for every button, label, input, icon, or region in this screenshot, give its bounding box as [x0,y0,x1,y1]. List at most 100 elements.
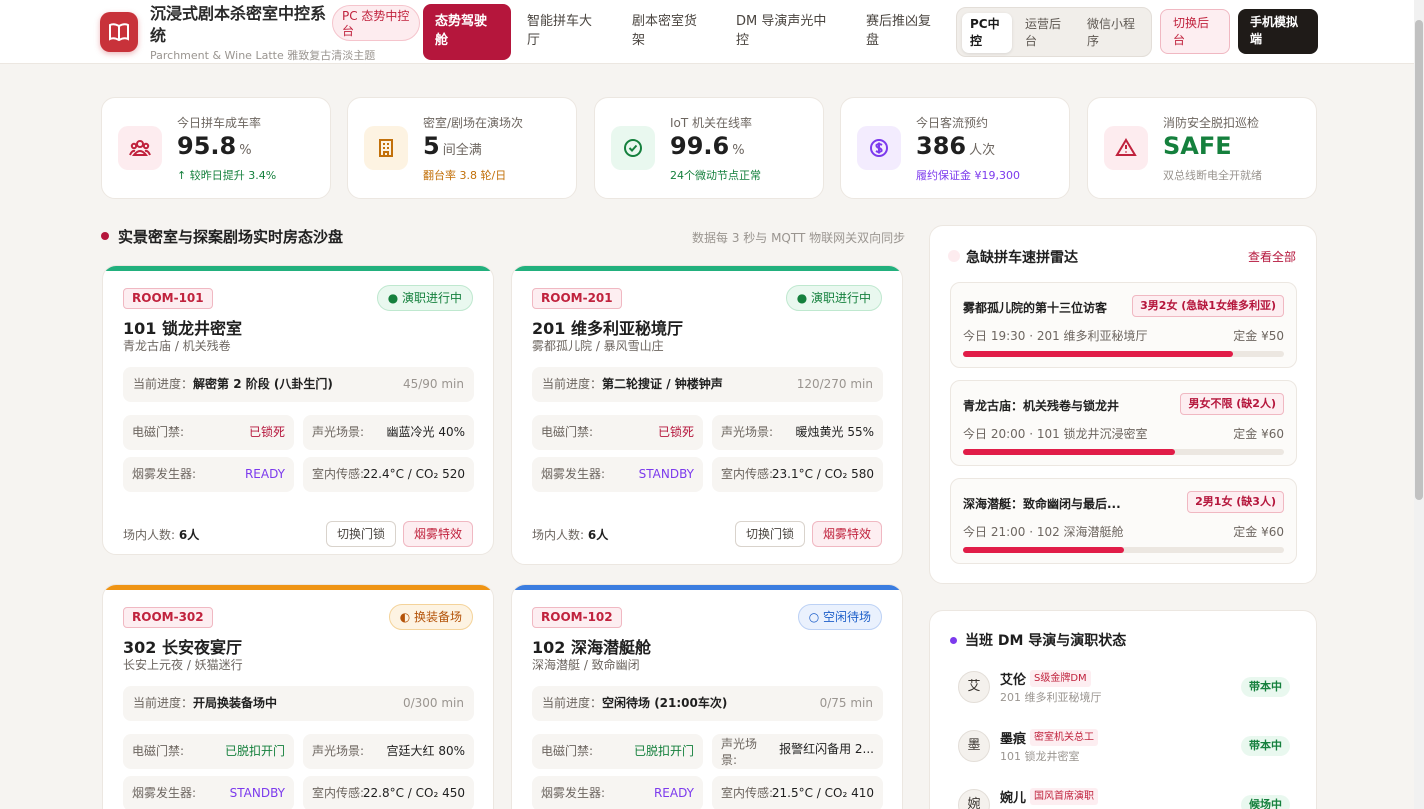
room-status-badge: ● 演职进行中 [376,285,473,311]
fill-progress-bar [963,351,1233,357]
seg-pc-console[interactable]: PC中控 [962,13,1012,53]
room-progress: 当前进度：解密第 2 阶段 (八卦生门) 45/90 min [123,367,474,402]
match-gap-tag: 2男1女 (缺3人) [1187,491,1284,513]
toggle-lock-button[interactable]: 切换门锁 [734,521,805,547]
dm-name: 艾伦 [1000,673,1027,688]
room-status-bar [512,266,902,271]
sensor-label: 室内传感: [312,786,365,800]
nav-script-shelf[interactable]: 剧本密室货架 [620,4,720,60]
kpi-subtext: 翻台率 3.8 轮/日 [423,169,507,182]
door-state: 已锁死 [657,425,694,439]
light-label: 声光场景: [721,737,758,767]
smoke-effect-button[interactable]: 烟雾特效 [402,521,473,547]
match-title: 深海潜艇：致命幽闭与最后... [963,497,1121,511]
kpi-value: SAFE [1163,132,1235,160]
kpi-number: 95.8 [177,132,237,160]
nav-review[interactable]: 赛后推凶复盘 [854,4,952,60]
warning-icon [1104,126,1148,170]
seg-wechat-mini[interactable]: 微信小程序 [1079,13,1149,53]
kpi-card: 今日拼车成车率 95.8% ↑ 较昨日提升 3.4% [101,97,331,199]
smoke-machine-cell: 烟雾发生器: STANDBY [532,457,703,492]
avatar: 墨 [958,730,990,762]
smoke-state: READY [653,786,694,800]
dm-row[interactable]: 婉婉儿 国风首席演职 候场中 [958,785,1290,809]
room-name: 102 深海潜艇舱 [532,638,651,657]
dm-row[interactable]: 艾艾伦 S级金牌DM 201 维多利亚秘境厅 带本中 [958,667,1290,711]
match-deposit: 定金 ¥60 [1233,525,1284,539]
seg-ops-backend[interactable]: 运营后台 [1017,13,1075,53]
mobile-sim-button[interactable]: 手机模拟端 [1238,9,1318,54]
light-state: 幽蓝冷光 40% [386,425,466,439]
room-scripts: 长安上元夜 / 妖猫迷行 [123,658,243,672]
kpi-value: 99.6% [670,132,745,160]
nav-dm-control[interactable]: DM 导演声光中控 [724,4,850,60]
room-progress: 当前进度：空闲待场 (21:00车次) 0/75 min [532,686,883,721]
carpool-match-card[interactable]: 雾都孤儿院的第十三位访客 3男2女 (急缺1女维多利亚) 今日 19:30 · 20… [950,282,1297,368]
carpool-match-card[interactable]: 深海潜艇：致命幽闭与最后... 2男1女 (缺3人) 今日 21:00 · 102 … [950,478,1297,564]
light-scene-cell: 声光场景: 宫廷大红 80% [303,734,474,769]
avatar: 艾 [958,671,990,703]
smoke-state: STANDBY [638,467,694,481]
match-deposit: 定金 ¥50 [1233,329,1284,343]
progress-label: 当前进度： [133,696,194,710]
section-dot [101,232,109,240]
toggle-lock-button[interactable]: 切换门锁 [325,521,396,547]
door-label: 电磁门禁: [541,744,594,758]
room-status-bar [512,585,902,590]
kpi-subtext: 履约保证金 ¥19,300 [916,169,1020,182]
kpi-unit: 间全满 [442,143,482,158]
smoke-effect-button[interactable]: 烟雾特效 [811,521,882,547]
light-label: 声光场景: [312,744,365,758]
fill-progress-bar [963,547,1124,553]
nav-carpool-hall[interactable]: 智能拼车大厅 [515,4,615,60]
room-code: ROOM-302 [123,607,213,628]
room-progress: 当前进度：开局换装备场中 0/300 min [123,686,474,721]
dm-state-badge: 带本中 [1241,677,1290,697]
kpi-label: 消防安全脱扣巡检 [1163,116,1260,130]
kpi-label: IoT 机关在线率 [670,116,753,130]
smoke-label: 烟雾发生器: [541,786,606,800]
smoke-state: READY [244,467,285,481]
pc-console-badge: PC 态势中控台 [332,5,420,41]
door-label: 电磁门禁: [132,425,185,439]
dm-state-badge: 候场中 [1241,795,1290,809]
dm-role-tag: S级金牌DM [1030,670,1091,687]
light-state: 报警红闪备用 2... [779,742,874,756]
smoke-machine-cell: 烟雾发生器: STANDBY [123,776,294,809]
kpi-unit: % [239,143,252,158]
nav-dashboard[interactable]: 态势驾驶舱 [423,4,511,60]
room-status-badge: ◐ 换装备场 [388,604,473,630]
dm-role-tag: 国风首席演职 [1030,788,1098,805]
carpool-match-card[interactable]: 青龙古庙：机关残卷与锁龙井 男女不限 (缺2人) 今日 20:00 · 101 锁龙… [950,380,1297,466]
match-time: 今日 19:30 · 201 维多利亚秘境厅 [963,329,1148,343]
book-logo-icon [100,12,138,52]
kpi-subtext: ↑ 较昨日提升 3.4% [177,169,277,182]
kpi-number: 99.6 [670,132,730,160]
light-scene-cell: 声光场景: 暖烛黄光 55% [712,415,883,450]
top-bar: 沉浸式剧本杀密室中控系统 Parchment & Wine Latte 雅致复古… [0,0,1414,64]
scrollbar-thumb[interactable] [1415,20,1423,500]
switch-backend-button[interactable]: 切换后台 [1160,9,1230,54]
sensor-cell: 室内传感: 23.1°C / CO₂ 580 [712,457,883,492]
room-status-badge: ○ 空闲待场 [797,604,882,630]
room-scripts: 青龙古庙 / 机关残卷 [123,339,231,353]
scrollbar[interactable] [1414,0,1424,809]
light-state: 宫廷大红 80% [386,744,466,758]
occupancy-count: 6人 [178,528,200,542]
door-lock-cell: 电磁门禁: 已脱扣开门 [123,734,294,769]
kpi-number: SAFE [1163,132,1232,160]
fill-progress-track [963,547,1284,553]
smoke-machine-cell: 烟雾发生器: READY [123,457,294,492]
dm-name: 墨痕 [1000,732,1027,747]
progress-time: 45/90 min [402,377,464,391]
dm-panel-title: 当班 DM 导演与演职状态 [965,633,1127,649]
kpi-number: 5 [423,132,440,160]
dm-row[interactable]: 墨墨痕 密室机关总工 101 锁龙井密室 带本中 [958,726,1290,770]
building-icon [364,126,408,170]
kpi-card: 今日客流预约 386 人次 履约保证金 ¥19,300 [840,97,1070,199]
avatar: 婉 [958,789,990,809]
sensor-value: 22.4°C / CO₂ 520 [362,467,465,481]
match-time: 今日 20:00 · 101 锁龙井沉浸密室 [963,427,1148,441]
kpi-unit: 人次 [969,143,996,158]
view-all-link[interactable]: 查看全部 [1248,248,1296,265]
